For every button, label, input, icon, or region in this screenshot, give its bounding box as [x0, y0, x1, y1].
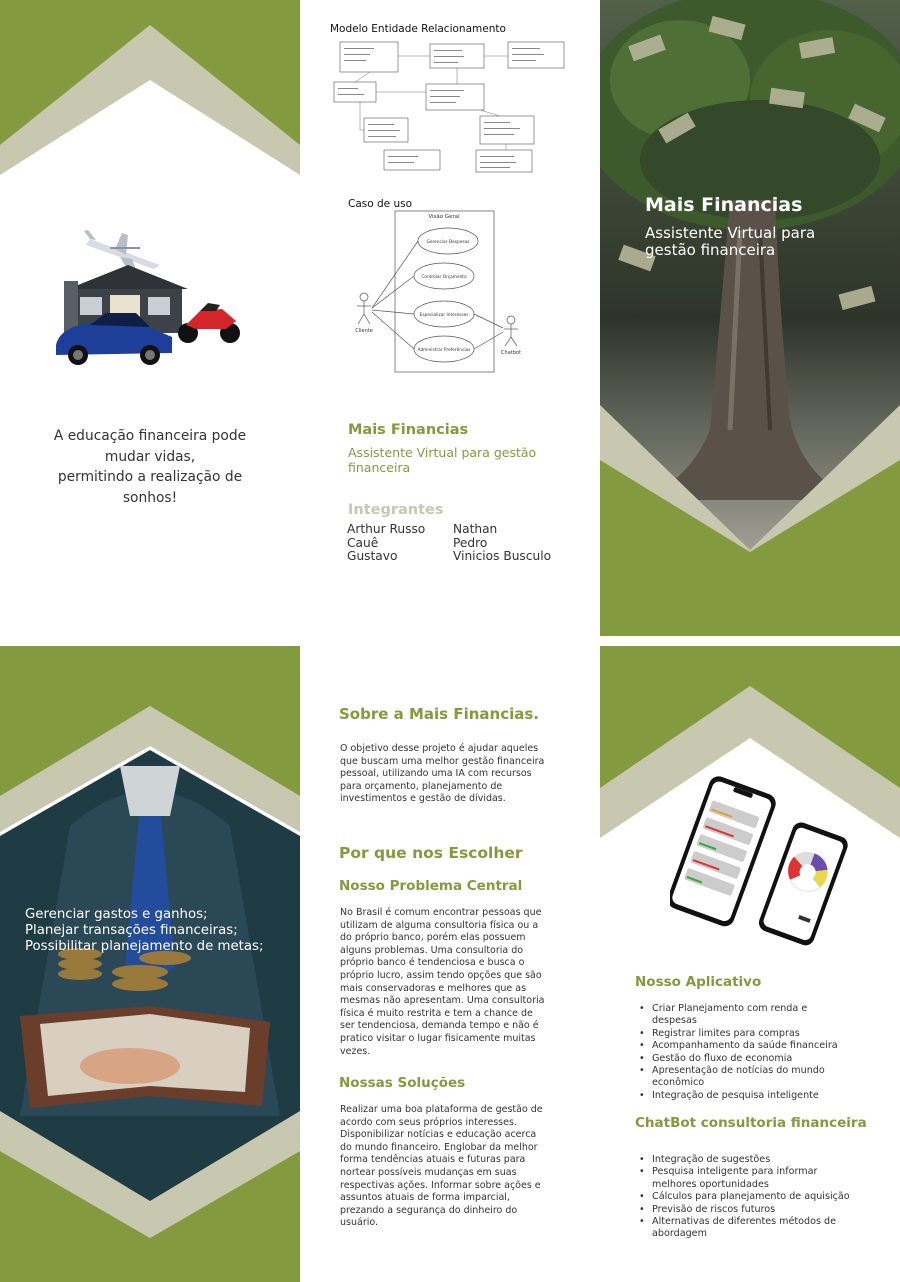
dream-goods-illustration [56, 230, 240, 365]
actor-label: Chatbot [501, 350, 521, 356]
erd-title: Modelo Entidade Relacionamento [330, 23, 506, 35]
problem-text: No Brasil é comum encontrar pessoas que … [340, 907, 545, 1057]
solutions-text: Realizar uma boa plataforma de gestão de… [340, 1104, 543, 1229]
member-name: Cauê [347, 535, 379, 550]
tagline-line: permitindo a realização de [57, 469, 243, 485]
businessman-book-image [0, 646, 300, 1282]
member-name: Nathan [453, 522, 498, 536]
panel-bottom-right: Nosso Aplicativo Criar Planejamento com … [600, 646, 900, 1282]
member-name: Pedro [453, 535, 488, 550]
member-name: Vinicios Busculo [453, 549, 552, 564]
members-column-2: Nathan Pedro Vinicios Busculo [453, 522, 552, 564]
tagline: A educação financeira pode mudar vidas, … [20, 426, 280, 508]
goal-item: Possibilitar planejamento de metas; [25, 939, 264, 954]
list-item: Criar Planejamento com renda e despesas [635, 1003, 850, 1028]
panel-top-left: A educação financeira pode mudar vidas, … [0, 0, 300, 636]
tagline-line: mudar vidas, [104, 448, 196, 465]
problem-title: Nosso Problema Central [339, 878, 523, 894]
brochure-inner-side: Gerenciar gastos e ganhos; Planejar tran… [0, 646, 900, 1282]
list-item: Alternativas de diferentes métodos de ab… [635, 1216, 850, 1241]
use-case-label: Administrar Preferências [418, 346, 472, 353]
about-text: O objetivo desse projeto é ajudar aquele… [340, 743, 545, 805]
brand-title: Mais Financias [348, 422, 469, 438]
panel-top-middle: Modelo Entidade Relacionamento Caso de u… [300, 0, 600, 636]
panel-bottom-left: Gerenciar gastos e ganhos; Planejar tran… [0, 646, 300, 1282]
system-label: Visão Geral [428, 214, 460, 220]
member-name: Gustavo [347, 549, 398, 564]
members-column-1: Arthur Russo Cauê Gustavo [347, 522, 426, 564]
app-features-list: Criar Planejamento com renda e despesas … [635, 1003, 850, 1103]
use-case-label: Controlar Orçamento [421, 274, 467, 280]
app-phones-mockup [670, 776, 848, 946]
use-case-label: Gerenciar Despesas [426, 239, 470, 245]
chatbot-title: ChatBot consultoria financeira [635, 1115, 867, 1131]
about-title: Sobre a Mais Financias. [339, 705, 539, 723]
member-name: Arthur Russo [347, 522, 426, 536]
list-item: Gestão do fluxo de economia [635, 1053, 850, 1066]
members-title: Integrantes [348, 502, 444, 518]
list-item: Integração de pesquisa inteligente [635, 1090, 850, 1103]
list-item: Pesquisa inteligente para informar melho… [635, 1166, 850, 1191]
goal-item: Planejar transações financeiras; [25, 923, 238, 938]
panel-bottom-middle: Sobre a Mais Financias. O objetivo desse… [300, 646, 600, 1282]
actor-label: Cliente [355, 328, 373, 334]
goal-item: Gerenciar gastos e ganhos; [25, 907, 208, 922]
page-separator [0, 636, 900, 646]
tagline-line: A educação financeira pode [53, 428, 247, 444]
why-title: Por que nos Escolher [339, 844, 523, 862]
list-item: Integração de sugestões [635, 1154, 850, 1167]
list-item: Previsão de riscos futuros [635, 1204, 850, 1217]
list-item: Acompanhamento da saúde financeira [635, 1040, 850, 1053]
use-case-diagram: Visão Geral Gerenciar Despesas Controlar… [355, 210, 521, 373]
list-item: Cálculos para planejamento de aquisição [635, 1191, 850, 1204]
cover-title: Mais Financias [645, 194, 803, 216]
app-title: Nosso Aplicativo [635, 974, 762, 990]
list-item: Registrar limites para compras [635, 1028, 850, 1041]
solutions-title: Nossas Soluções [339, 1075, 466, 1091]
goals-list: Gerenciar gastos e ganhos; Planejar tran… [25, 907, 300, 955]
erd-diagram [333, 41, 565, 173]
brand-subtitle: Assistente Virtual para gestão financeir… [348, 445, 537, 475]
cover-subtitle: Assistente Virtual para gestão financeir… [645, 224, 816, 259]
motorcycle-icon [178, 303, 240, 343]
panel-cover: Mais Financias Assistente Virtual para g… [600, 0, 900, 636]
list-item: Apresentação de notícias do mundo econôm… [635, 1065, 850, 1090]
use-case-label: Especializar Interesses [420, 312, 470, 318]
tagline-line: sonhos! [122, 489, 178, 506]
chevron-decoration [0, 0, 300, 190]
chatbot-features-list: Integração de sugestões Pesquisa intelig… [635, 1154, 850, 1241]
brochure-outer-side: A educação financeira pode mudar vidas, … [0, 0, 900, 636]
money-tree-image [600, 0, 900, 636]
